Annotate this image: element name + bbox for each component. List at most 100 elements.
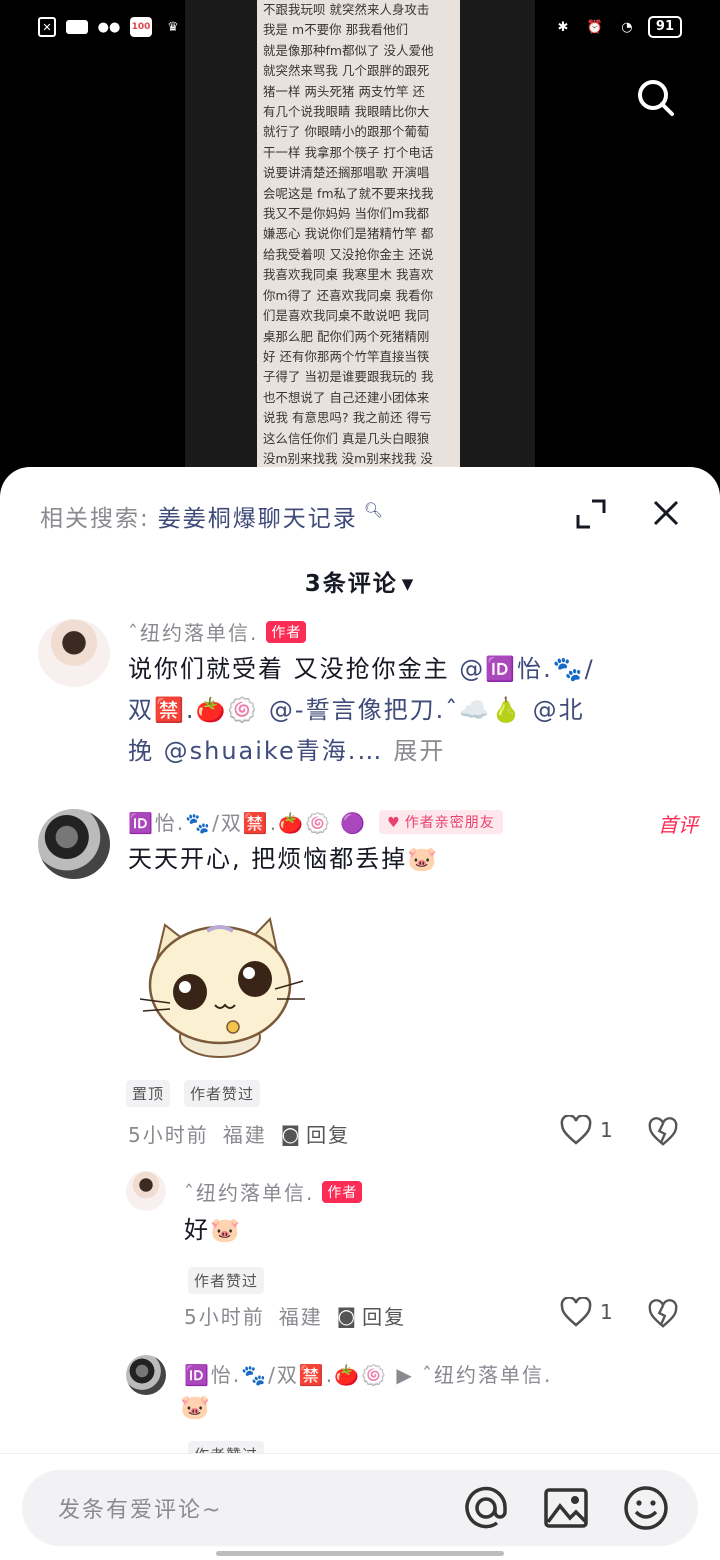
dislike-icon[interactable] xyxy=(648,1117,678,1147)
expand-link[interactable]: 展开 xyxy=(393,737,445,765)
document-line: 我喜欢我同桌 我寒里木 我喜欢 xyxy=(263,267,434,283)
first-comment-badge: 首评 xyxy=(658,813,698,837)
emoji-icon[interactable] xyxy=(622,1484,670,1532)
mention-link[interactable]: @🆔怡.🐾/ xyxy=(459,655,594,683)
document-line: 猪一样 两头死猪 两支竹竿 还 xyxy=(263,83,426,99)
avatar[interactable] xyxy=(126,1355,166,1395)
reply-text[interactable]: 🐷 xyxy=(180,1387,212,1428)
reply-label: 回复 xyxy=(306,1123,351,1147)
sim-off-icon: ✕ xyxy=(38,17,56,37)
comment-body: 说你们就受着 又没抢你金主 xyxy=(128,655,460,683)
comment-sheet: 相关搜索: 姜姜桐爆聊天记录 🔍︎ 3条评论 ▼ ˆ纽约落单信. 作者 说你们就受… xyxy=(0,467,720,1560)
comment-input[interactable]: 发条有爱评论~ xyxy=(22,1470,698,1546)
document-text: 不跟我玩呗 就突然来人身攻击 我是 m不要你 那我看他们 就是像那种fm都似了 没人… xyxy=(263,0,454,468)
comment-location: 福建 xyxy=(222,1123,267,1147)
reply-button[interactable]: ◙ 回复 xyxy=(281,1119,350,1148)
chat-record-paper: 不跟我玩呗 就突然来人身攻击 我是 m不要你 那我看他们 就是像那种fm都似了 没人… xyxy=(257,0,460,468)
heart-icon: ♥ xyxy=(387,814,401,831)
document-line: 就突然来骂我 几个跟胖的跟死 xyxy=(263,63,430,79)
reply-time: 5小时前 xyxy=(184,1305,265,1329)
dislike-icon[interactable] xyxy=(648,1299,678,1329)
home-indicator[interactable] xyxy=(216,1551,504,1556)
wechat-icon: ●● xyxy=(97,19,121,35)
comment-text[interactable]: 天天开心, 把烦恼都丢掉🐷 xyxy=(128,839,688,880)
video-icon xyxy=(66,20,88,34)
search-icon[interactable] xyxy=(636,78,676,118)
avatar[interactable] xyxy=(38,619,110,687)
username-text: ˆ纽约落单信. xyxy=(184,1181,315,1205)
app-100-icon: 100 xyxy=(130,17,152,37)
username-text: 🆔怡.🐾/双🈲.🍅🍥 🟣 xyxy=(128,811,368,835)
like-button[interactable]: 1 xyxy=(560,1297,613,1327)
like-count: 1 xyxy=(600,1300,613,1324)
comment-count[interactable]: 3条评论 ▼ xyxy=(0,564,720,598)
author-liked-chip: 作者赞过 xyxy=(188,1267,265,1294)
comment-time: 5小时前 xyxy=(128,1123,209,1147)
related-search-query[interactable]: 姜姜桐爆聊天记录 xyxy=(158,499,358,533)
comment-username[interactable]: ˆ纽约落单信. 作者 xyxy=(128,617,307,646)
comment-username[interactable]: 🆔怡.🐾/双🈲.🍅🍥 🟣 ♥ 作者亲密朋友 xyxy=(128,807,503,836)
author-liked-chip: 作者赞过 xyxy=(184,1080,261,1107)
reply-text[interactable]: 好🐷 xyxy=(184,1210,242,1251)
document-line: 好 还有你那两个竹竿直接当筷 xyxy=(263,348,430,364)
mention-link[interactable]: 双🈲.🍅🍥 @-誓言像把刀.ˆ☁️🍐 @北 xyxy=(128,696,585,724)
pinned-chip: 置顶 xyxy=(126,1080,171,1107)
document-line: 这么信任你们 真是几头白眼狼 xyxy=(263,430,430,446)
mention-icon[interactable] xyxy=(462,1484,510,1532)
crown-icon: ♛ xyxy=(167,19,179,35)
mention-link[interactable]: 挽 @shuaike青海.… xyxy=(128,737,383,765)
reply-button[interactable]: ◙ 回复 xyxy=(337,1301,406,1330)
avatar[interactable] xyxy=(38,809,110,879)
fullscreen-icon[interactable] xyxy=(576,499,606,529)
reply-meta: 5小时前 福建 ◙ 回复 xyxy=(184,1301,406,1330)
like-count: 1 xyxy=(600,1118,613,1142)
alarm-icon: ⏰ xyxy=(586,19,603,35)
username-text: ˆ纽约落单信. xyxy=(128,621,259,645)
comment-meta: 5小时前 福建 ◙ 回复 xyxy=(128,1119,350,1148)
comment-text[interactable]: 说你们就受着 又没抢你金主 @🆔怡.🐾/ 双🈲.🍅🍥 @-誓言像把刀.ˆ☁️🍐 … xyxy=(128,649,698,772)
comment-count-label: 3条评论 xyxy=(304,571,398,597)
cat-sticker[interactable] xyxy=(135,907,310,1067)
author-badge: 作者 xyxy=(266,620,307,643)
comment-input-bar: 发条有爱评论~ xyxy=(0,1453,720,1560)
document-line: 们是喜欢我同桌不敢说吧 我同 xyxy=(263,308,430,324)
reply-label: 回复 xyxy=(362,1305,407,1329)
author-badge: 作者 xyxy=(322,1180,363,1203)
reply-username[interactable]: 🆔怡.🐾/双🈲.🍅🍥 ▶ ˆ纽约落单信. xyxy=(184,1359,552,1388)
document-line: 给我受着呗 又没抢你金主 还说 xyxy=(263,246,434,262)
document-line: 就是像那种fm都似了 没人爱他 xyxy=(263,42,434,58)
reply-location: 福建 xyxy=(278,1305,323,1329)
document-line: 就行了 你眼睛小的跟那个葡萄 xyxy=(263,124,430,140)
close-friend-badge: ♥ 作者亲密朋友 xyxy=(379,809,503,834)
small-search-icon: 🔍︎ xyxy=(363,501,385,519)
document-line: 桌那么肥 配你们两个死猪精刚 xyxy=(263,328,430,344)
reply-username[interactable]: ˆ纽约落单信. 作者 xyxy=(184,1177,363,1206)
heart-outline-icon xyxy=(560,1115,592,1145)
battery-indicator: 91 xyxy=(647,16,682,38)
document-line: 有几个说我眼睛 我眼睛比你大 xyxy=(263,104,430,120)
reply-icon: ◙ xyxy=(336,1303,359,1328)
bluetooth-icon: ✱ xyxy=(557,19,569,35)
document-line: 说要讲清楚还搁那唱歌 开演唱 xyxy=(263,165,430,181)
document-line: 说我 有意思吗? 我之前还 得亏 xyxy=(263,410,432,426)
like-button[interactable]: 1 xyxy=(560,1115,613,1145)
reply-icon: ◙ xyxy=(280,1121,303,1146)
related-search-label: 相关搜索: xyxy=(40,506,150,532)
document-line: 会呢这是 fm私了就不要来找我 xyxy=(263,185,434,201)
document-line: 我又不是你妈妈 当你们m我都 xyxy=(263,206,430,222)
close-friend-label: 作者亲密朋友 xyxy=(404,814,495,831)
related-search[interactable]: 相关搜索: 姜姜桐爆聊天记录 🔍︎ xyxy=(40,499,385,533)
document-line: 子得了 当初是谁要跟我玩的 我 xyxy=(263,369,434,385)
close-icon[interactable] xyxy=(652,499,680,527)
wifi-icon: ◔ xyxy=(621,19,633,35)
image-icon[interactable] xyxy=(542,1484,590,1532)
comment-input-placeholder: 发条有爱评论~ xyxy=(58,1498,223,1523)
heart-outline-icon xyxy=(560,1297,592,1327)
document-line: 嫌恶心 我说你们是猪精竹竿 都 xyxy=(263,226,434,242)
document-line: 没m别来找我 没m别来找我 没 xyxy=(263,450,433,466)
document-line: 干一样 我拿那个筷子 打个电话 xyxy=(263,144,434,160)
document-line: 我是 m不要你 那我看他们 xyxy=(263,22,409,38)
caret-down-icon: ▼ xyxy=(401,575,416,593)
avatar[interactable] xyxy=(126,1171,166,1211)
document-line: 你m得了 还喜欢我同桌 我看你 xyxy=(263,287,434,303)
